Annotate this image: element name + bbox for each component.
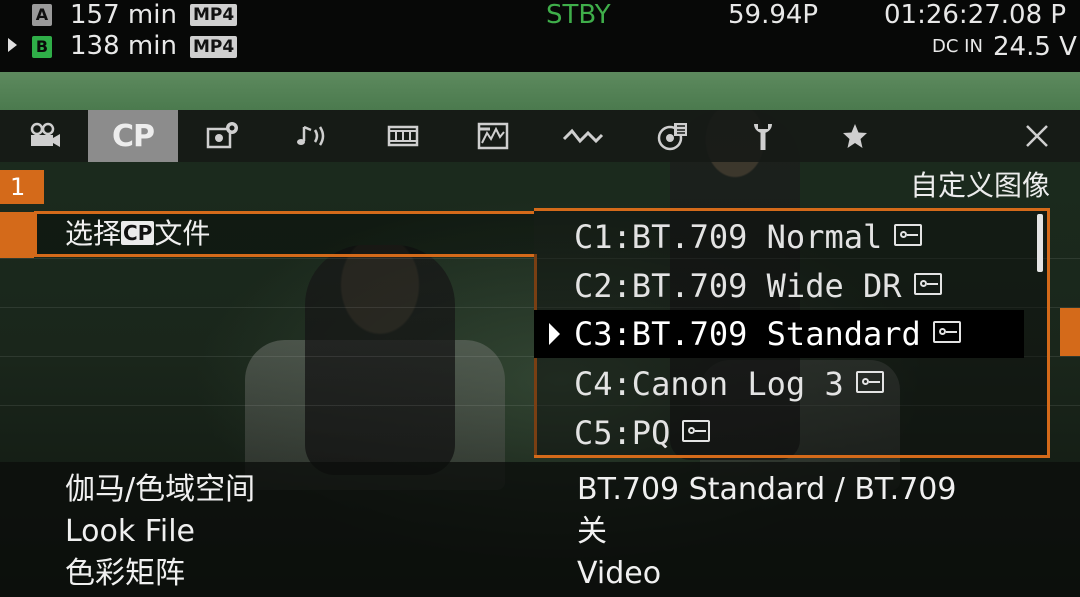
key-lock-icon bbox=[894, 224, 923, 246]
green-band bbox=[0, 72, 1080, 110]
setting-label-color-matrix[interactable]: 色彩矩阵 bbox=[65, 554, 185, 594]
menu-item-prefix: 选择 bbox=[65, 217, 122, 250]
waveform-monitor-icon bbox=[477, 122, 509, 150]
option-c2[interactable]: C2:BT.709 Wide DR bbox=[534, 262, 1024, 310]
setting-value-color-matrix: Video bbox=[577, 556, 662, 591]
timecode: 01:26:27.08 P bbox=[884, 0, 1067, 30]
slot-b-remaining: 138 min bbox=[70, 31, 177, 61]
selected-arrow-icon bbox=[549, 323, 560, 345]
tab-camera-setup[interactable] bbox=[178, 110, 268, 162]
wrench-icon bbox=[754, 124, 772, 150]
key-lock-icon bbox=[913, 273, 942, 295]
status-bar: A 157 min MP4 B 138 min MP4 STBY 59.94P … bbox=[0, 0, 1080, 72]
tab-audio[interactable] bbox=[268, 110, 358, 162]
tab-assist[interactable] bbox=[448, 110, 538, 162]
close-menu-button[interactable] bbox=[992, 110, 1080, 162]
settings-summary: 伽马/色域空间 BT.709 Standard / BT.709 Look Fi… bbox=[0, 462, 1080, 597]
setting-label-gamma[interactable]: 伽马/色域空间 bbox=[65, 470, 255, 510]
tab-network[interactable] bbox=[538, 110, 628, 162]
slot-a-format-badge: MP4 bbox=[190, 4, 238, 26]
option-label: C3:BT.709 Standard bbox=[574, 315, 921, 353]
selection-marker-right bbox=[1060, 308, 1080, 356]
cp-icon: CP bbox=[111, 118, 155, 154]
setting-value-gamma: BT.709 Standard / BT.709 bbox=[577, 472, 957, 507]
close-icon bbox=[1026, 125, 1048, 147]
power-source: DC IN bbox=[932, 36, 983, 57]
cp-file-dropdown[interactable]: C1:BT.709 Normal C2:BT.709 Wide DR C3:BT… bbox=[534, 208, 1050, 458]
key-lock-icon bbox=[682, 420, 711, 442]
option-label: C2:BT.709 Wide DR bbox=[574, 267, 902, 305]
recording-state: STBY bbox=[546, 0, 611, 30]
recording-media-icon bbox=[657, 123, 687, 151]
option-label: C1:BT.709 Normal bbox=[574, 218, 883, 256]
setting-label-look-file[interactable]: Look File bbox=[65, 512, 195, 552]
option-label: C4:Canon Log 3 bbox=[574, 365, 844, 403]
audio-icon bbox=[297, 125, 325, 146]
tab-system[interactable] bbox=[718, 110, 808, 162]
tab-camera[interactable] bbox=[0, 110, 90, 162]
slot-a-badge: A bbox=[32, 4, 52, 26]
setting-value-look-file: 关 bbox=[577, 514, 607, 549]
option-c1[interactable]: C1:BT.709 Normal bbox=[534, 213, 1024, 261]
camera-settings-icon bbox=[206, 122, 238, 149]
menu-item-label: 选择 CP文件 bbox=[65, 216, 210, 252]
key-lock-icon bbox=[932, 321, 961, 343]
option-c4[interactable]: C4:Canon Log 3 bbox=[534, 360, 1024, 408]
menu-item-suffix: 文件 bbox=[154, 217, 211, 250]
option-c5[interactable]: C5:PQ bbox=[534, 409, 1024, 457]
menu-page-number: 1 bbox=[0, 170, 44, 204]
tab-my-menu[interactable] bbox=[810, 110, 900, 162]
video-setup-icon bbox=[387, 125, 419, 147]
slot-b-format-badge: MP4 bbox=[190, 36, 238, 58]
frame-rate: 59.94P bbox=[728, 0, 819, 30]
dropdown-scrollbar[interactable] bbox=[1037, 214, 1043, 272]
selection-marker-left bbox=[0, 212, 34, 258]
tab-custom-picture[interactable]: CP bbox=[88, 110, 178, 162]
tab-video-setup[interactable] bbox=[358, 110, 448, 162]
wireless-icon bbox=[562, 128, 604, 144]
option-label: C5:PQ bbox=[574, 414, 671, 452]
camera-icon bbox=[30, 122, 60, 147]
tab-recording-media[interactable] bbox=[628, 110, 718, 162]
star-icon bbox=[843, 124, 867, 148]
cp-badge-icon: CP bbox=[121, 221, 155, 245]
seated-person bbox=[305, 245, 455, 475]
menu-title: 自定义图像 bbox=[909, 169, 1050, 202]
battery-voltage: 24.5 V bbox=[993, 32, 1077, 62]
option-c3-selected[interactable]: C3:BT.709 Standard bbox=[534, 310, 1024, 358]
menu-tab-bar: CP bbox=[0, 110, 1080, 162]
slot-b-badge: B bbox=[32, 36, 52, 58]
active-slot-arrow-icon bbox=[8, 38, 17, 52]
slot-a-remaining: 157 min bbox=[70, 0, 177, 30]
key-lock-icon bbox=[855, 371, 884, 393]
